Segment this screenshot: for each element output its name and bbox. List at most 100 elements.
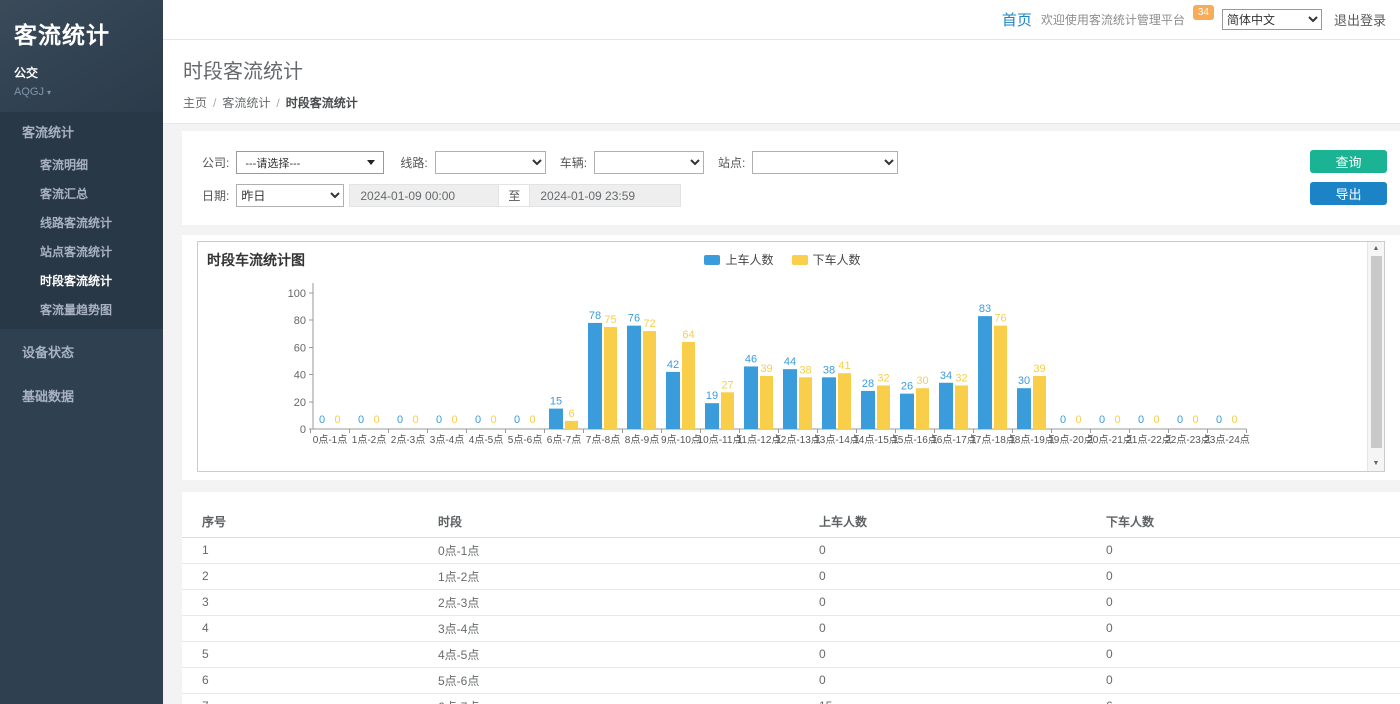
sidebar-subitem-0[interactable]: 客流明细 (0, 150, 163, 179)
line-select[interactable] (435, 151, 546, 174)
svg-text:27: 27 (721, 379, 733, 391)
svg-text:15: 15 (550, 396, 562, 408)
language-select[interactable]: 简体中文 (1222, 9, 1322, 30)
svg-text:0: 0 (1177, 414, 1183, 426)
company-select[interactable]: ---请选择--- (236, 151, 384, 174)
table-cell: 3 (182, 589, 437, 615)
sidebar-item-passenger-stats[interactable]: 客流统计 (0, 112, 163, 150)
table-row: 21点-2点00 (182, 563, 1400, 589)
logout-link[interactable]: 退出登录 (1334, 10, 1386, 29)
table-cell: 0点-1点 (437, 537, 818, 563)
table-cell: 0 (1105, 537, 1400, 563)
svg-text:0: 0 (1153, 414, 1159, 426)
vehicle-label: 车辆: (560, 154, 587, 171)
page-title: 时段客流统计 (183, 55, 1380, 84)
chevron-down-icon: ▾ (47, 88, 51, 97)
chart-svg: 0204060801000点-1点1点-2点2点-3点3点-4点4点-5点5点-… (198, 242, 1366, 468)
sidebar: 客流统计 公交 AQGJ▾ 客流统计 客流明细客流汇总线路客流统计站点客流统计时… (0, 0, 163, 704)
scrollbar-down-icon[interactable]: ▼ (1373, 459, 1380, 469)
table-cell: 5点-6点 (437, 667, 818, 693)
table-cell: 7 (182, 693, 437, 704)
table-row: 43点-4点00 (182, 615, 1400, 641)
legend-swatch-boarding (704, 255, 720, 265)
station-select[interactable] (752, 151, 898, 174)
scrollbar-thumb[interactable] (1371, 256, 1382, 448)
svg-text:7点-8点: 7点-8点 (586, 434, 620, 446)
sidebar-subitem-1[interactable]: 客流汇总 (0, 179, 163, 208)
svg-text:38: 38 (823, 364, 835, 376)
svg-text:32: 32 (955, 372, 967, 384)
date-preset-select[interactable]: 昨日 (236, 184, 344, 207)
svg-text:0: 0 (451, 414, 457, 426)
svg-text:30: 30 (1018, 375, 1030, 387)
table-header-row: 序号时段上车人数下车人数 (182, 507, 1400, 537)
date-to-label: 至 (499, 184, 529, 207)
chart-card: 0204060801000点-1点1点-2点2点-3点3点-4点4点-5点5点-… (182, 235, 1400, 480)
legend-item-boarding[interactable]: 上车人数 (704, 251, 773, 268)
table-cell: 0 (818, 667, 1105, 693)
table-cell: 0 (818, 563, 1105, 589)
svg-text:0: 0 (490, 414, 496, 426)
topbar: 首页 欢迎使用客流统计管理平台 34 简体中文 退出登录 (163, 0, 1400, 40)
breadcrumb-item-0[interactable]: 主页 (183, 96, 207, 110)
breadcrumb-item-1[interactable]: 客流统计 (222, 96, 270, 110)
chart-panel: 0204060801000点-1点1点-2点2点-3点3点-4点4点-5点5点-… (197, 241, 1385, 472)
svg-text:0: 0 (436, 414, 442, 426)
sidebar-subitem-5[interactable]: 客流量趋势图 (0, 295, 163, 324)
sidebar-item-device-status[interactable]: 设备状态 (0, 329, 163, 373)
sidebar-subitem-4[interactable]: 时段客流统计 (0, 266, 163, 295)
chart-scrollbar[interactable]: ▲ ▼ (1367, 242, 1384, 471)
org-code-dropdown[interactable]: AQGJ▾ (14, 86, 149, 98)
query-button[interactable]: 查询 (1310, 150, 1387, 173)
sidebar-subitem-2[interactable]: 线路客流统计 (0, 208, 163, 237)
dropdown-arrow-icon (367, 160, 375, 165)
svg-text:0: 0 (1075, 414, 1081, 426)
svg-text:38: 38 (799, 364, 811, 376)
export-button[interactable]: 导出 (1310, 182, 1387, 205)
svg-text:42: 42 (667, 359, 679, 371)
date-end-input[interactable] (529, 184, 681, 207)
svg-text:34: 34 (940, 370, 952, 382)
breadcrumb-separator: / (276, 96, 279, 110)
table-row: 65点-6点00 (182, 667, 1400, 693)
svg-text:6点-7点: 6点-7点 (547, 434, 581, 446)
sidebar-submenu: 客流明细客流汇总线路客流统计站点客流统计时段客流统计客流量趋势图 (0, 150, 163, 324)
svg-text:78: 78 (589, 310, 601, 322)
table-panel: 序号时段上车人数下车人数 10点-1点0021点-2点0032点-3点0043点… (182, 492, 1400, 704)
svg-text:26: 26 (901, 381, 913, 393)
svg-text:72: 72 (643, 318, 655, 330)
svg-text:0: 0 (334, 414, 340, 426)
org-name: 公交 (14, 64, 149, 81)
notification-badge[interactable]: 34 (1193, 5, 1214, 20)
svg-text:100: 100 (288, 288, 306, 300)
table-header-cell: 上车人数 (818, 507, 1105, 537)
vehicle-select[interactable] (594, 151, 704, 174)
svg-text:0: 0 (1192, 414, 1198, 426)
svg-text:39: 39 (760, 363, 772, 375)
svg-text:75: 75 (604, 314, 616, 326)
breadcrumb: 主页/客流统计/时段客流统计 (183, 94, 1380, 111)
table-cell: 6 (1105, 693, 1400, 704)
legend-item-alighting[interactable]: 下车人数 (792, 251, 861, 268)
svg-text:83: 83 (979, 303, 991, 315)
table-cell: 0 (818, 615, 1105, 641)
svg-text:41: 41 (838, 360, 850, 372)
svg-text:32: 32 (877, 372, 889, 384)
home-link[interactable]: 首页 (1002, 9, 1032, 30)
svg-text:23点-24点: 23点-24点 (1204, 434, 1250, 446)
date-start-input[interactable] (349, 184, 499, 207)
table-cell: 2点-3点 (437, 589, 818, 615)
sidebar-header: 客流统计 公交 AQGJ▾ (0, 0, 163, 112)
svg-text:0: 0 (514, 414, 520, 426)
sidebar-item-base-data[interactable]: 基础数据 (0, 373, 163, 417)
table-cell: 3点-4点 (437, 615, 818, 641)
scrollbar-up-icon[interactable]: ▲ (1373, 244, 1380, 254)
svg-text:19: 19 (706, 390, 718, 402)
table-cell: 0 (1105, 641, 1400, 667)
main-area: 首页 欢迎使用客流统计管理平台 34 简体中文 退出登录 时段客流统计 主页 / 客… (163, 0, 1400, 704)
sidebar-subitem-3[interactable]: 站点客流统计 (0, 237, 163, 266)
svg-text:8点-9点: 8点-9点 (625, 434, 659, 446)
table-row: 76点-7点156 (182, 693, 1400, 704)
date-label: 日期: (202, 187, 229, 204)
sidebar-section-passenger-stats: 客流统计 客流明细客流汇总线路客流统计站点客流统计时段客流统计客流量趋势图 (0, 112, 163, 329)
